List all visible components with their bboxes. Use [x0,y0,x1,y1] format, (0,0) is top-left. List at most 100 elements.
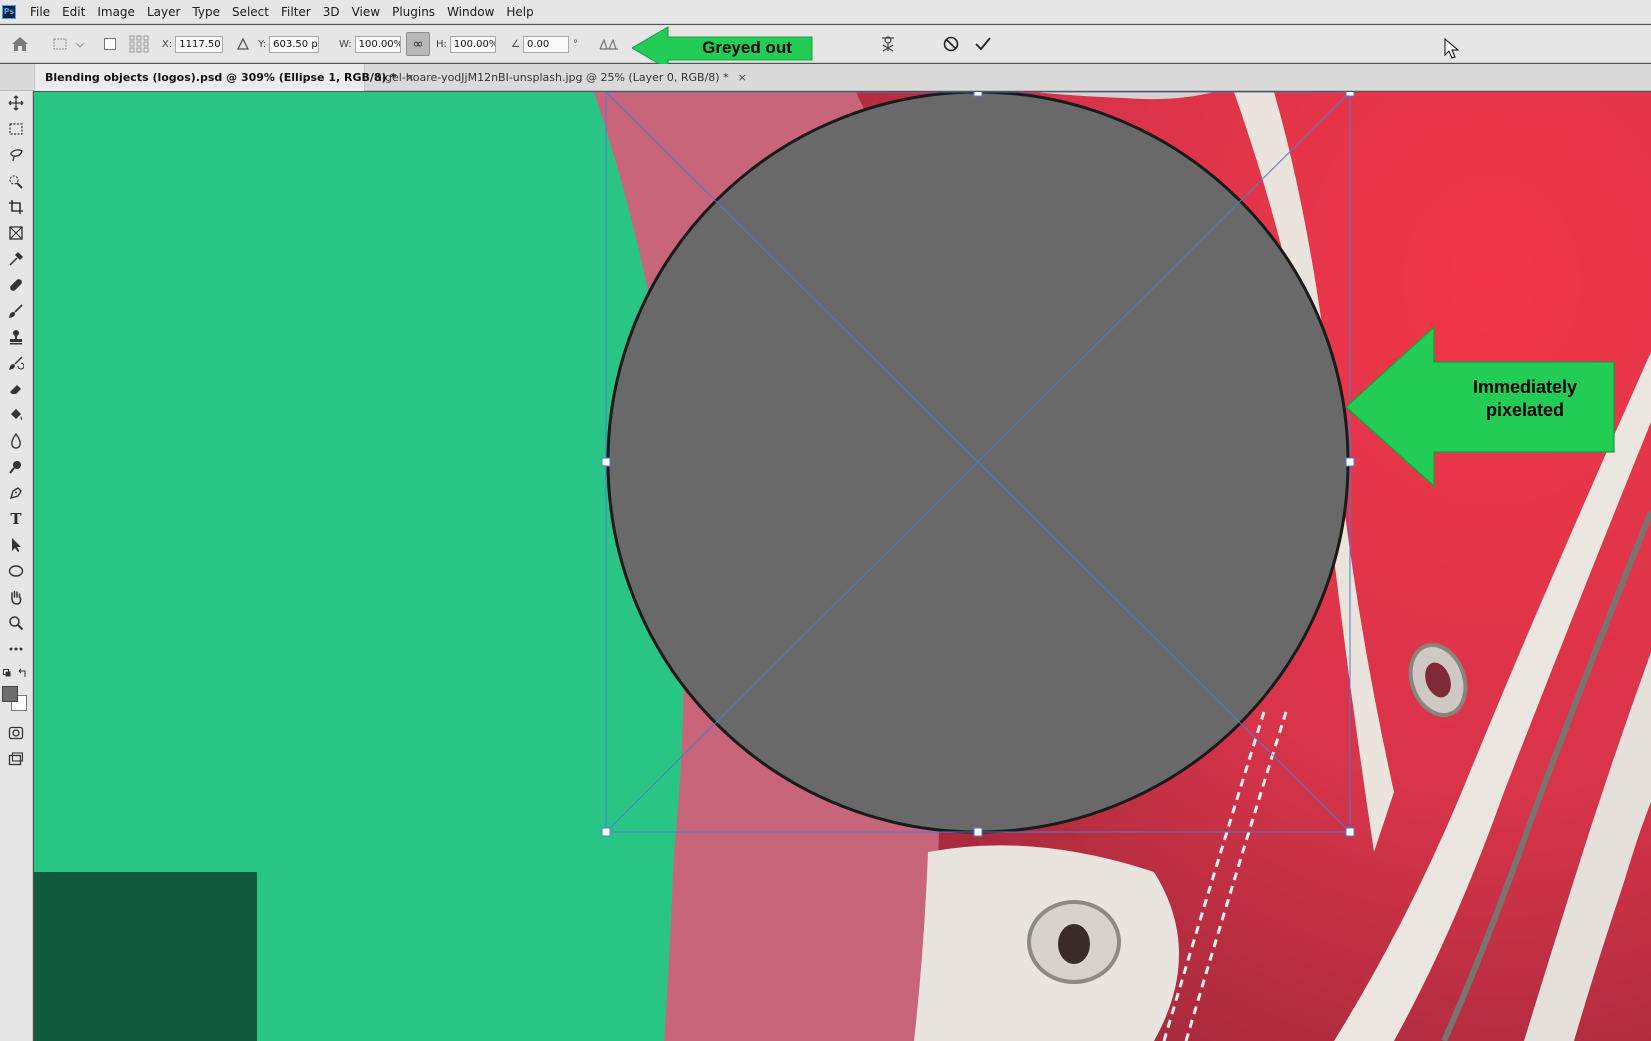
hand-tool[interactable] [4,586,28,608]
ellipsis-icon [9,647,23,651]
menu-image[interactable]: Image [91,0,141,24]
menu-view[interactable]: View [346,0,386,24]
crop-tool[interactable] [4,196,28,218]
angle-unit: ° [572,38,578,50]
height-field[interactable]: 100.00% [449,35,496,53]
move-tool[interactable] [4,92,28,114]
angle-icon: ∠ [511,38,520,50]
photoshop-logo-icon: Ps [2,4,16,19]
history-brush-tool[interactable] [4,352,28,374]
pen-tool[interactable] [4,482,28,504]
zoom-tool[interactable] [4,612,28,634]
reference-point-grid[interactable] [128,25,150,63]
menu-type[interactable]: Type [186,0,226,24]
bandage-icon [10,279,22,291]
maintain-aspect-ratio-button[interactable]: ∞ [406,32,430,56]
pixelated-callout-line1: Immediately [1472,377,1578,397]
commit-transform-button[interactable] [974,25,992,63]
lasso-tool[interactable] [4,144,28,166]
document-canvas[interactable]: Immediately pixelated [34,92,1651,1041]
greyed-out-callout-label: Greyed out [702,38,792,57]
quick-mask-button[interactable] [4,722,28,744]
tab-blending-objects[interactable]: Blending objects (logos).psd @ 309% (Ell… [34,64,414,91]
checkmark-icon [975,37,991,51]
color-swatches[interactable] [2,686,30,714]
home-button[interactable] [10,25,30,63]
reference-grid-icon [129,35,149,53]
transform-handle-bottom-left[interactable] [601,827,611,837]
close-tab-icon[interactable]: × [738,71,747,84]
pen-icon [9,487,22,500]
quick-selection-tool[interactable] [4,170,28,192]
stamp-icon [10,330,22,345]
eyedropper-icon [9,251,24,266]
link-icon: ∞ [412,36,424,52]
frame-tool[interactable] [4,222,28,244]
paint-bucket-icon [11,409,23,420]
cancel-transform-button[interactable] [942,25,960,63]
canvas-artwork [34,92,1651,1041]
type-tool[interactable]: T [4,508,28,530]
brush-icon [8,304,23,319]
home-icon [12,37,28,51]
y-label: Y: [258,38,267,50]
pixelated-callout-label: Immediately pixelated [1440,374,1610,424]
h-label: H: [436,38,447,50]
menu-select[interactable]: Select [226,0,275,24]
screen-mode-button[interactable] [4,748,28,770]
reference-point-checkbox[interactable] [104,25,116,63]
x-position-field[interactable]: 1117.50 px [175,35,224,53]
mouse-cursor-icon [1444,38,1460,59]
dodge-icon [9,461,21,474]
lasso-icon [10,149,23,162]
menu-filter[interactable]: Filter [275,0,317,24]
frame-icon [9,226,23,240]
swap-colors-icon [3,668,26,677]
crop-icon [9,200,23,214]
swap-colors-control[interactable] [3,668,31,680]
transform-handle-bottom-right[interactable] [1345,827,1355,837]
marquee-tool[interactable] [4,118,28,140]
relative-position-button[interactable] [236,25,250,63]
move-icon [8,95,24,111]
dodge-tool[interactable] [4,456,28,478]
eyedropper-tool[interactable] [4,248,28,270]
blur-tool[interactable] [4,430,28,452]
ellipse-tool[interactable] [4,560,28,582]
menu-window[interactable]: Window [441,0,500,24]
interpolation-button[interactable] [599,25,619,63]
menu-bar: Ps File Edit Image Layer Type Select Fil… [0,0,1651,24]
menu-layer[interactable]: Layer [141,0,186,24]
warp-mode-button[interactable] [878,25,898,63]
paint-bucket-tool[interactable] [4,404,28,426]
foreground-color-swatch[interactable] [2,686,18,702]
width-field[interactable]: 100.00% [354,35,401,53]
clone-stamp-tool[interactable] [4,326,28,348]
screen-mode-icon [8,752,24,766]
eraser-tool[interactable] [4,378,28,400]
cancel-icon [943,36,959,52]
y-position-field[interactable]: 603.50 px [269,35,320,53]
menu-plugins[interactable]: Plugins [386,0,441,24]
tab-label: nigel-hoare-yodJjM12nBI-unsplash.jpg @ 2… [375,71,729,84]
quick-selection-icon [9,175,23,189]
quick-mask-icon [8,726,24,740]
transform-handle-top[interactable] [973,92,983,97]
menu-file[interactable]: File [24,0,56,24]
grommet-lower-hole [1058,924,1090,964]
tab-nigel-hoare-unsplash[interactable]: nigel-hoare-yodJjM12nBI-unsplash.jpg @ 2… [365,64,747,91]
transform-handle-bottom[interactable] [973,827,983,837]
healing-brush-tool[interactable] [4,274,28,296]
delta-icon [236,37,250,50]
transform-handle-top-right[interactable] [1345,92,1355,97]
menu-help[interactable]: Help [500,0,539,24]
transform-handle-left[interactable] [601,457,611,467]
menu-3d[interactable]: 3D [317,0,346,24]
path-selection-tool[interactable] [4,534,28,556]
rotation-angle-field[interactable]: 0.00 [522,35,569,53]
document-tabs: Blending objects (logos).psd @ 309% (Ell… [0,64,1651,91]
brush-tool[interactable] [4,300,28,322]
more-tools[interactable] [4,638,28,660]
transform-presets-button[interactable] [52,25,86,63]
menu-edit[interactable]: Edit [56,0,91,24]
